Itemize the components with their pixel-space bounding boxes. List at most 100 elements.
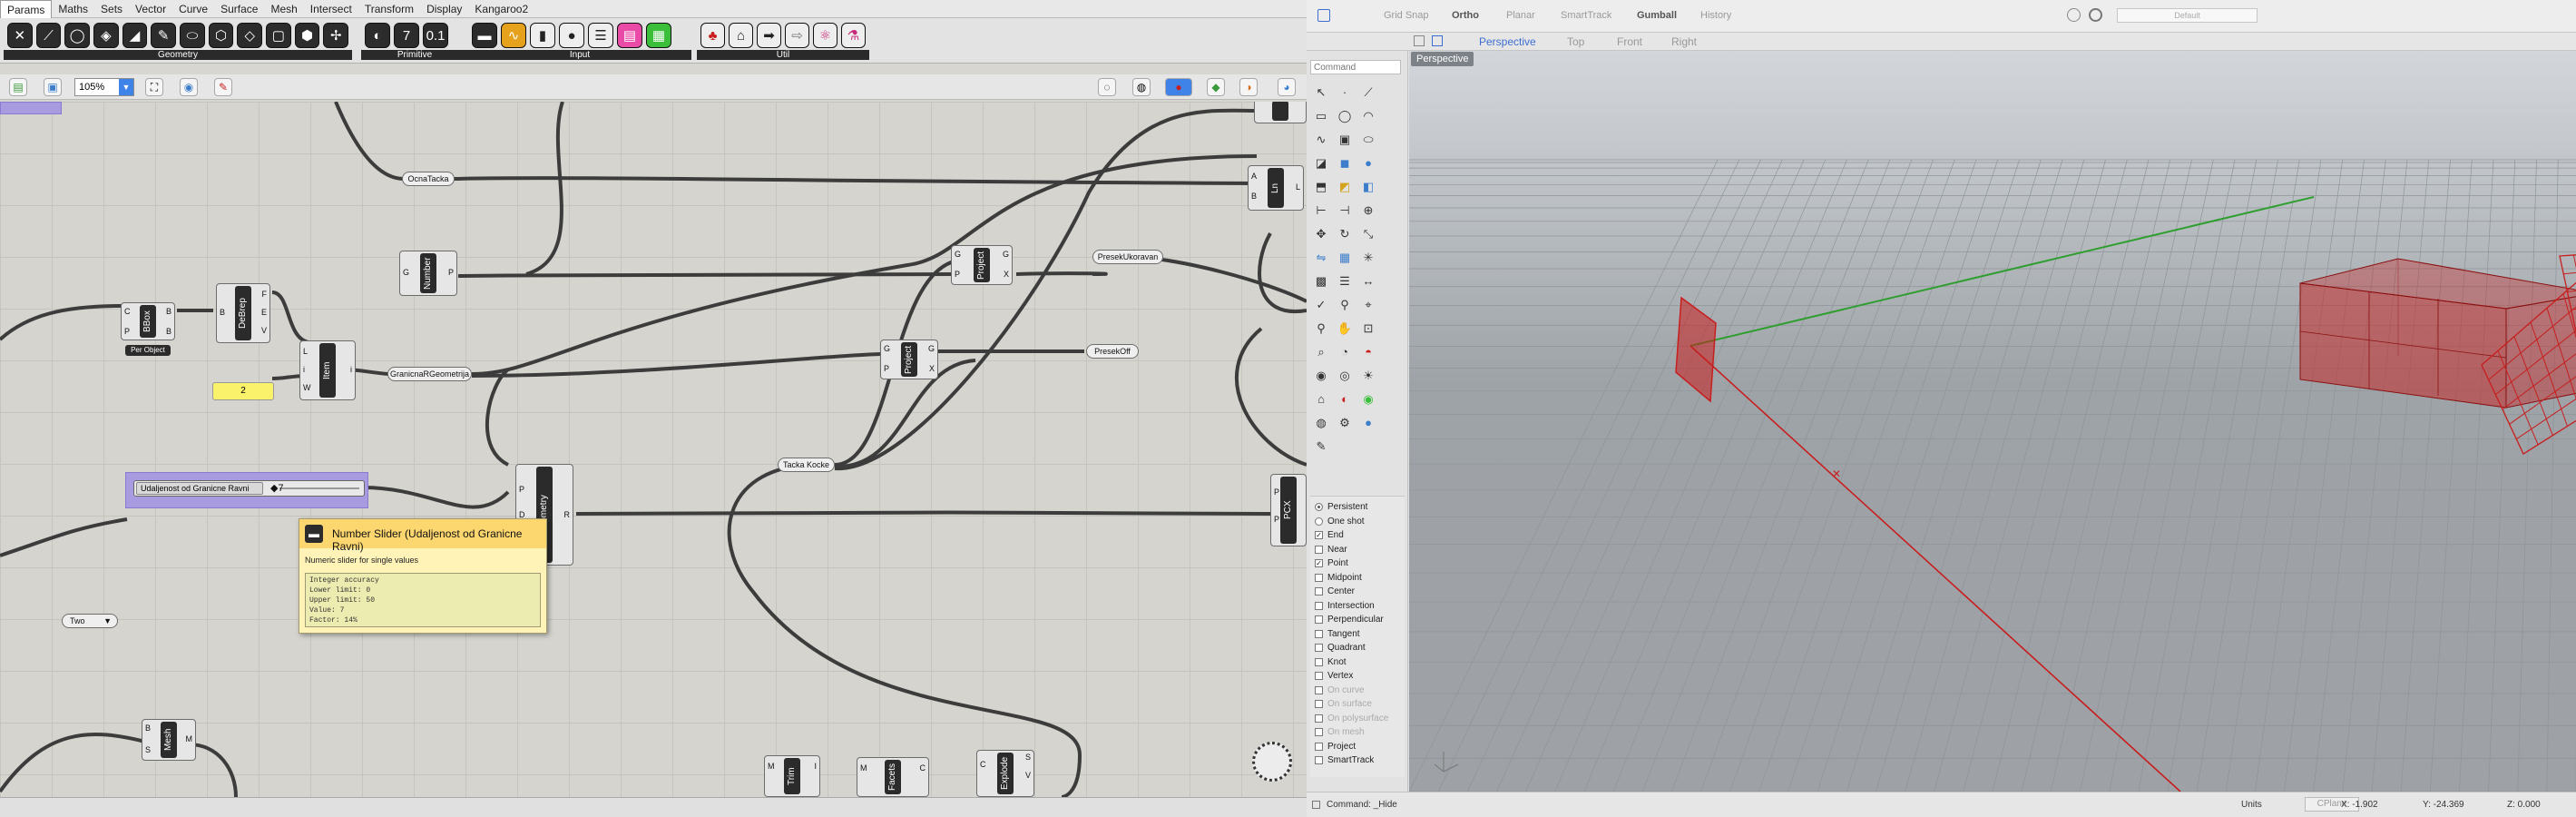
pen-icon[interactable]: ✎ bbox=[1310, 436, 1332, 458]
solid-box-icon[interactable]: ◼ bbox=[1334, 153, 1356, 174]
pin[interactable]: X bbox=[929, 364, 935, 373]
component-line[interactable]: Ln A B L bbox=[1248, 165, 1304, 211]
pin[interactable]: M bbox=[768, 762, 775, 771]
fillet-icon[interactable]: ◩ bbox=[1334, 176, 1356, 198]
panel-number[interactable]: 2 bbox=[212, 382, 274, 400]
component-pcx[interactable]: PCX P P bbox=[1270, 474, 1307, 546]
open-file-icon[interactable]: ▤ bbox=[9, 78, 27, 96]
pin[interactable]: A bbox=[1251, 172, 1257, 181]
point-icon[interactable]: · bbox=[1334, 82, 1356, 103]
checkbox[interactable] bbox=[1315, 728, 1323, 737]
osnap-smarttrack[interactable]: SmartTrack bbox=[1310, 753, 1405, 768]
ellipse-icon[interactable]: ⬭ bbox=[1357, 129, 1379, 151]
chevron-down-icon[interactable]: ▼ bbox=[119, 79, 133, 95]
boolean-icon[interactable]: ◐ bbox=[365, 23, 390, 48]
trim-icon[interactable]: ⊣ bbox=[1334, 200, 1356, 221]
history-clock-icon[interactable] bbox=[2067, 8, 2081, 22]
mirror-icon[interactable]: ⇋ bbox=[1310, 247, 1332, 269]
slider-value[interactable]: ◆7 bbox=[270, 481, 284, 496]
pin[interactable]: i bbox=[303, 365, 305, 374]
perspective-viewport[interactable]: ✕ Perspective bbox=[1409, 51, 2576, 792]
snap-icon[interactable]: ⌖ bbox=[1357, 294, 1379, 316]
pin[interactable]: B bbox=[1251, 192, 1257, 201]
osnap-one-shot[interactable]: One shot bbox=[1310, 515, 1405, 529]
pin[interactable]: S bbox=[145, 745, 151, 754]
save-file-icon[interactable]: ▣ bbox=[44, 78, 62, 96]
checkbox[interactable] bbox=[1315, 672, 1323, 681]
menu-transform[interactable]: Transform bbox=[358, 0, 420, 18]
pin[interactable]: B bbox=[166, 327, 171, 336]
pan-icon[interactable]: ✋ bbox=[1334, 318, 1356, 340]
pin[interactable]: G bbox=[403, 268, 409, 277]
gradient-icon[interactable]: ▤ bbox=[617, 23, 642, 48]
relay-ocna-tacka[interactable]: OcnaTacka bbox=[402, 172, 455, 186]
extrude-icon[interactable]: ⬒ bbox=[1310, 176, 1332, 198]
pin[interactable]: X bbox=[1004, 270, 1009, 279]
checkbox[interactable] bbox=[1315, 657, 1323, 666]
pin[interactable]: M bbox=[186, 734, 193, 743]
pin[interactable]: W bbox=[303, 383, 311, 392]
flask-icon[interactable]: ⚗ bbox=[841, 23, 866, 48]
value-list-two[interactable]: Two ▼ bbox=[62, 614, 118, 628]
preview-eye-icon[interactable]: ◉ bbox=[180, 78, 198, 96]
tab-top[interactable]: Top bbox=[1567, 35, 1584, 48]
menu-maths[interactable]: Maths bbox=[52, 0, 94, 18]
checkbox[interactable] bbox=[1315, 644, 1323, 653]
box-icon[interactable]: ▣ bbox=[1334, 129, 1356, 151]
osnap-center[interactable]: Center bbox=[1310, 585, 1405, 599]
gh-canvas[interactable]: OcnaTacka PresekUkoravan GranicnaRGeomet… bbox=[0, 102, 1307, 797]
curve-icon[interactable]: ∿ bbox=[1310, 129, 1332, 151]
checkbox[interactable]: ✓ bbox=[1315, 559, 1323, 568]
search-icon[interactable]: ⌕ bbox=[1310, 341, 1332, 363]
osnap-on-curve[interactable]: On curve bbox=[1310, 684, 1405, 698]
surface-icon[interactable]: ◪ bbox=[1310, 153, 1332, 174]
component-top-right[interactable] bbox=[1254, 102, 1307, 123]
graph-mapper-icon[interactable]: ∿ bbox=[501, 23, 526, 48]
toggle-history[interactable]: History bbox=[1700, 10, 1731, 21]
osnap-vertex[interactable]: Vertex bbox=[1310, 669, 1405, 684]
component-project-2[interactable]: Project G P G X bbox=[880, 340, 938, 379]
pin[interactable]: C bbox=[980, 760, 986, 769]
params-icon-6[interactable]: ✎ bbox=[151, 23, 177, 48]
pin[interactable]: S bbox=[1025, 753, 1031, 762]
menu-mesh[interactable]: Mesh bbox=[264, 0, 303, 18]
pin[interactable]: L bbox=[303, 347, 308, 356]
checkbox[interactable]: ✓ bbox=[1315, 531, 1323, 540]
params-icon-1[interactable]: ✕ bbox=[7, 23, 33, 48]
number-slider[interactable]: Udaljenost od Granicne Ravni ◆7 bbox=[133, 480, 365, 497]
toggle-planar[interactable]: Planar bbox=[1506, 10, 1535, 21]
menu-sets[interactable]: Sets bbox=[94, 0, 129, 18]
pin[interactable]: G bbox=[884, 344, 890, 353]
cherry-icon[interactable]: ♣ bbox=[700, 23, 725, 48]
pin[interactable]: C bbox=[920, 763, 926, 773]
sketch-icon[interactable]: ✎ bbox=[214, 78, 232, 96]
pin[interactable]: I bbox=[814, 762, 817, 771]
lock-icon[interactable]: ⌂ bbox=[1310, 389, 1332, 410]
radio-button[interactable] bbox=[1315, 503, 1323, 512]
display-globe-icon[interactable]: ◕ bbox=[1278, 78, 1296, 96]
zoom-window-icon[interactable]: ⊡ bbox=[1357, 318, 1379, 340]
osnap-tangent[interactable]: Tangent bbox=[1310, 627, 1405, 642]
dimension-icon[interactable]: ↔ bbox=[1357, 271, 1379, 292]
join-icon[interactable]: ⊕ bbox=[1357, 200, 1379, 221]
pin[interactable]: R bbox=[564, 510, 571, 519]
explode-icon[interactable]: ✳ bbox=[1357, 247, 1379, 269]
osnap-on-polysurface[interactable]: On polysurface bbox=[1310, 712, 1405, 726]
mesh-settings-icon[interactable]: ◆ bbox=[1207, 78, 1225, 96]
value-list-icon[interactable]: ☰ bbox=[588, 23, 613, 48]
scale-icon[interactable]: ⤡ bbox=[1357, 223, 1379, 245]
arrow-outline-icon[interactable]: ⇨ bbox=[785, 23, 809, 48]
menu-surface[interactable]: Surface bbox=[214, 0, 264, 18]
single-view-icon[interactable] bbox=[1432, 35, 1443, 46]
osnap-perpendicular[interactable]: Perpendicular bbox=[1310, 613, 1405, 627]
osnap-knot[interactable]: Knot bbox=[1310, 655, 1405, 670]
osnap-project[interactable]: Project bbox=[1310, 740, 1405, 754]
layout-grid-icon[interactable] bbox=[1414, 35, 1425, 46]
preview-off-icon[interactable]: ◌ bbox=[1098, 78, 1116, 96]
pin[interactable]: B bbox=[145, 723, 151, 733]
checkbox[interactable] bbox=[1315, 573, 1323, 582]
grid-icon[interactable]: ▩ bbox=[1310, 271, 1332, 292]
render-icon[interactable]: ◓ bbox=[1357, 341, 1379, 363]
circle-icon[interactable]: ◯ bbox=[1334, 105, 1356, 127]
relay-granicna-geometrija[interactable]: GranicnaRGeometrija bbox=[387, 367, 472, 381]
